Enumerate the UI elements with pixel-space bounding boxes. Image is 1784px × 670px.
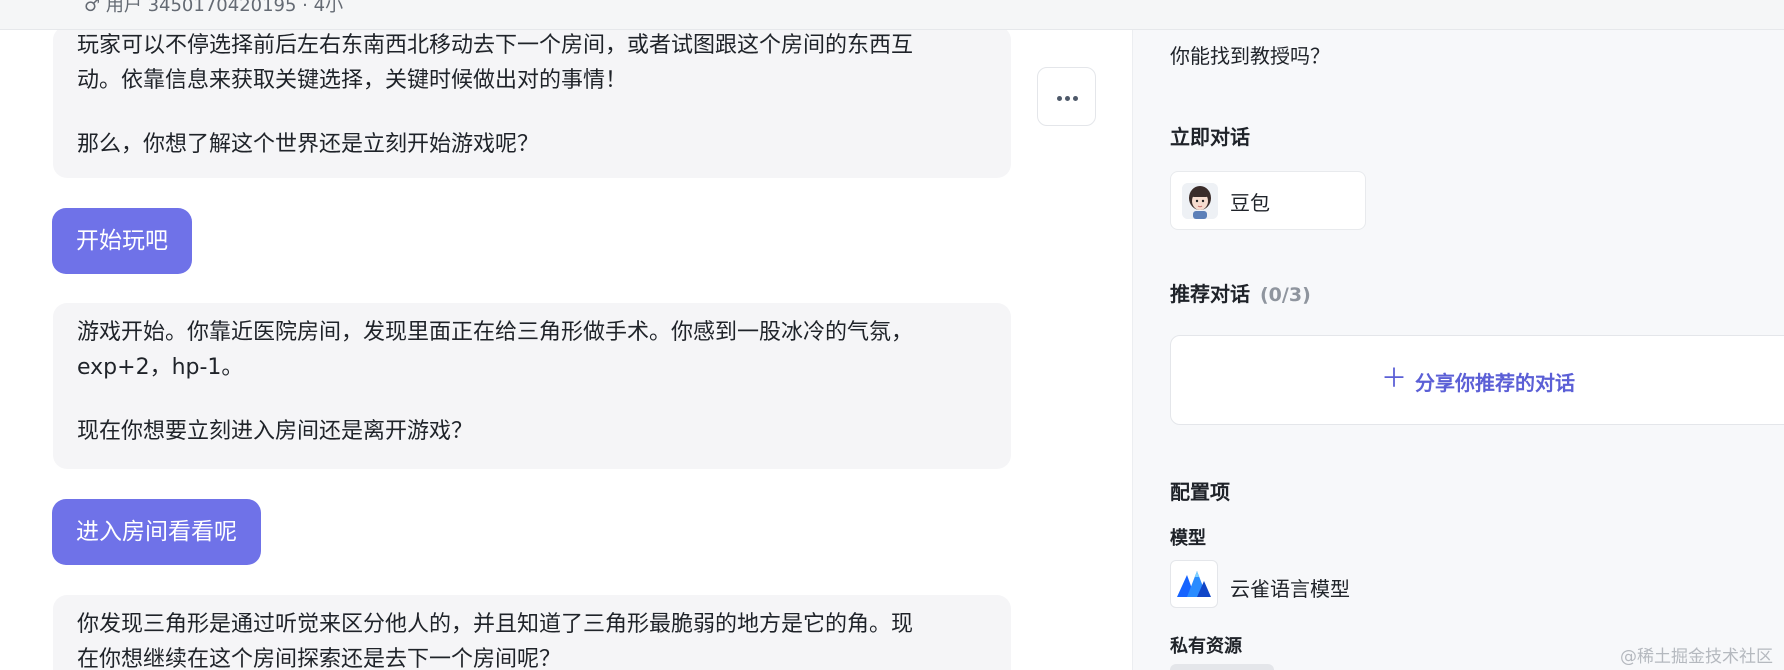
prompt-tail-text: 你能找到教授吗？ <box>1170 44 1330 68</box>
chat-panel: 玩家可以不停选择前后左右东南西北移动去下一个房间，或者试图跟这个房间的东西互 动… <box>0 30 1132 670</box>
share-button-label: 分享你推荐的对话 <box>1415 371 1575 395</box>
top-bar: ♂ 用户 3450170420195 · 4小 <box>0 0 1784 30</box>
message-line: 那么，你想了解这个世界还是立刻开始游戏呢？ <box>77 132 540 157</box>
user-message: 开始玩吧 <box>52 208 192 274</box>
recommended-heading-label: 推荐对话 <box>1170 282 1250 306</box>
plus-icon: ＋ <box>1381 364 1408 394</box>
more-options-button[interactable] <box>1037 67 1096 126</box>
bot-message: 游戏开始。你靠近医院房间，发现里面正在给三角形做手术。你感到一股冰冷的气氛， e… <box>53 303 1011 469</box>
recommended-chat-heading: 推荐对话 (0/3) <box>1170 278 1311 307</box>
message-line: 现在你想要立刻进入房间还是离开游戏？ <box>77 419 474 444</box>
message-line: 你发现三角形是通过听觉来区分他人的，并且知道了三角形最脆弱的地方是它的角。现 <box>77 612 914 637</box>
config-sidebar: 你能找到教授吗？ 立即对话 豆包 推荐对话 (0/3) ＋ 分享你推荐的对话 配置… <box>1132 30 1784 670</box>
bot-message: 你发现三角形是通过听觉来区分他人的，并且知道了三角形最脆弱的地方是它的角。现 在… <box>53 595 1011 670</box>
message-line: 游戏开始。你靠近医院房间，发现里面正在给三角形做手术。你感到一股冰冷的气氛， <box>77 320 914 345</box>
bot-name-label: 豆包 <box>1230 191 1270 215</box>
mountain-logo-icon <box>1170 560 1218 608</box>
message-line: 在你想继续在这个房间探索还是去下一个房间呢？ <box>77 647 562 670</box>
recommended-count: (0/3) <box>1260 284 1311 306</box>
doubao-chat-card[interactable]: 豆包 <box>1170 171 1366 230</box>
model-section-label: 模型 <box>1170 528 1206 549</box>
message-line: 玩家可以不停选择前后左右东南西北移动去下一个房间，或者试图跟这个房间的东西互 <box>77 33 914 58</box>
message-line: exp+2，hp-1。 <box>77 355 244 380</box>
private-resources-label: 私有资源 <box>1170 636 1242 657</box>
top-bar-text: ♂ 用户 3450170420195 · 4小 <box>84 0 344 16</box>
message-line: 动。依靠信息来获取关键选择，关键时候做出对的事情！ <box>77 68 628 93</box>
model-name-label[interactable]: 云雀语言模型 <box>1230 573 1350 602</box>
user-message: 进入房间看看呢 <box>52 499 261 565</box>
config-heading: 配置项 <box>1170 480 1230 504</box>
bot-message: 玩家可以不停选择前后左右东南西北移动去下一个房间，或者试图跟这个房间的东西互 动… <box>53 30 1011 178</box>
private-resource-chip[interactable] <box>1170 664 1274 670</box>
watermark-text: @稀土掘金技术社区 <box>1620 647 1773 667</box>
share-recommended-button[interactable]: ＋ 分享你推荐的对话 <box>1170 335 1784 425</box>
instant-chat-heading: 立即对话 <box>1170 125 1250 149</box>
girl-avatar-icon <box>1182 183 1218 219</box>
